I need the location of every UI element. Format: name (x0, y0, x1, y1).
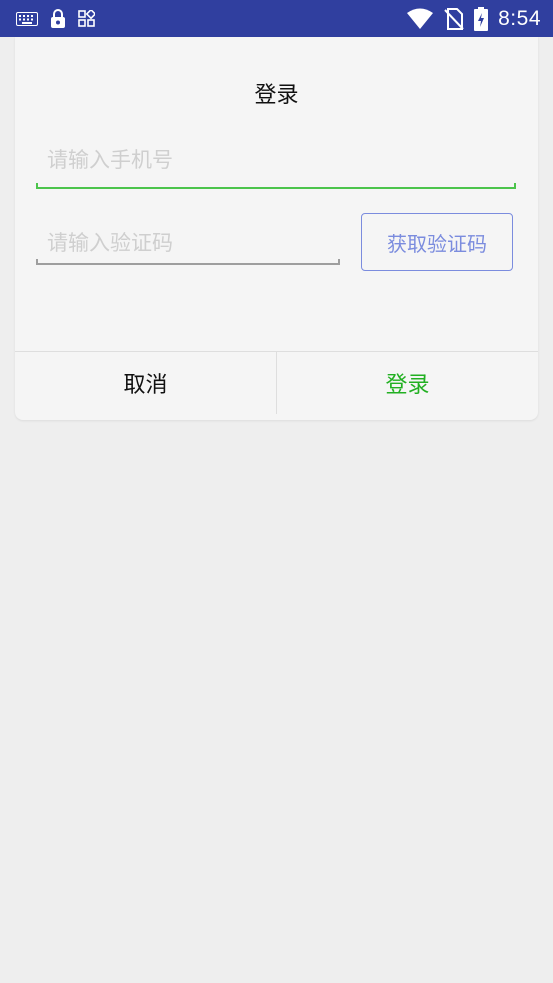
wifi-icon (406, 8, 434, 30)
dialog-button-row: 取消 登录 (15, 351, 538, 414)
battery-charging-icon (474, 6, 489, 31)
phone-input[interactable]: 请输入手机号 (36, 134, 516, 189)
code-input-placeholder: 请输入验证码 (47, 231, 173, 255)
keyboard-icon (16, 11, 38, 26)
status-bar-system: 8:54 (406, 6, 541, 31)
phone-input-underline (36, 183, 516, 189)
login-button[interactable]: 登录 (277, 352, 538, 414)
no-sim-icon (444, 7, 464, 30)
apps-icon (78, 10, 95, 27)
code-input-underline (36, 259, 340, 265)
login-dialog: 登录 请输入手机号 请输入验证码 获取验证码 取消 登录 (15, 37, 538, 420)
phone-input-placeholder: 请输入手机号 (47, 148, 173, 172)
cancel-button[interactable]: 取消 (15, 352, 276, 414)
status-bar-notifications (16, 8, 95, 29)
dialog-title: 登录 (254, 83, 299, 108)
lock-icon (50, 9, 66, 28)
get-code-button[interactable]: 获取验证码 (361, 213, 513, 271)
status-bar: 8:54 (0, 0, 553, 37)
code-input[interactable]: 请输入验证码 (36, 217, 340, 265)
status-bar-time: 8:54 (498, 6, 541, 30)
